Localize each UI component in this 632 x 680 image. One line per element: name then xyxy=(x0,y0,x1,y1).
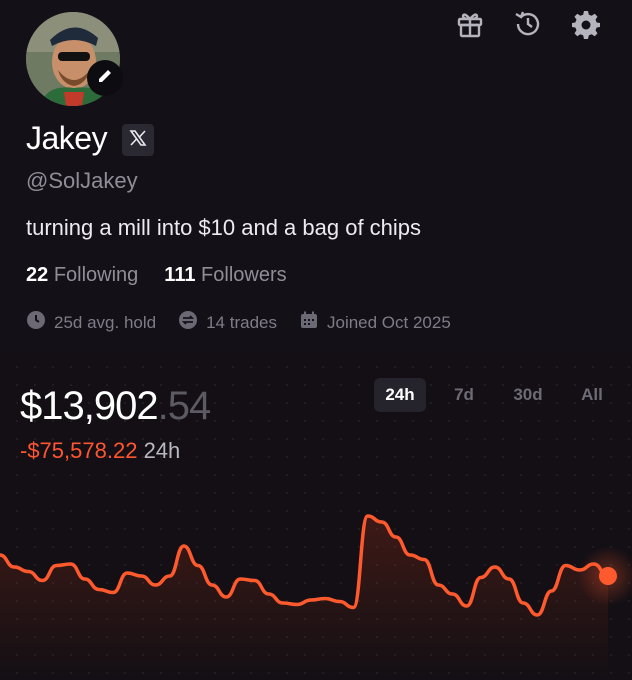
profile-handle: @SolJakey xyxy=(26,168,138,193)
avg-hold-stat: 25d avg. hold xyxy=(26,310,156,335)
swap-icon xyxy=(178,310,198,335)
pencil-icon xyxy=(96,67,114,90)
following-link[interactable]: 22 Following xyxy=(26,264,138,287)
range-7d[interactable]: 7d xyxy=(438,378,490,412)
profile-name: Jakey xyxy=(26,120,108,156)
avg-hold-text: 25d avg. hold xyxy=(54,312,157,332)
history-icon xyxy=(512,8,544,45)
change-period: 24h xyxy=(143,438,181,463)
followers-link[interactable]: 111 Followers xyxy=(164,264,286,287)
followers-count: 111 xyxy=(164,264,196,286)
range-all[interactable]: All xyxy=(566,378,618,412)
current-point xyxy=(599,567,617,585)
portfolio-value-cents: .54 xyxy=(157,384,212,428)
trades-stat: 14 trades xyxy=(178,310,277,335)
follow-stats: 22 Following 111 Followers xyxy=(26,264,287,287)
following-count: 22 xyxy=(26,264,49,286)
portfolio-change: -$75,578.22 24h xyxy=(20,438,180,464)
range-30d[interactable]: 30d xyxy=(502,378,554,412)
header-actions xyxy=(452,10,604,42)
change-amount: -$75,578.22 xyxy=(20,438,138,463)
settings-button[interactable] xyxy=(568,10,604,42)
clock-icon xyxy=(26,310,46,335)
joined-stat: Joined Oct 2025 xyxy=(299,310,451,335)
joined-text: Joined Oct 2025 xyxy=(326,312,451,332)
trades-text: 14 trades xyxy=(206,312,277,332)
profile-bio: turning a mill into $10 and a bag of chi… xyxy=(26,215,422,240)
history-button[interactable] xyxy=(510,10,546,42)
gear-icon xyxy=(571,9,601,44)
x-profile-link[interactable] xyxy=(122,124,154,156)
profile-meta: 25d avg. hold 14 trades Joined Oct 2025 xyxy=(26,310,451,335)
portfolio-value-main: $13,902 xyxy=(20,384,159,428)
following-label: Following xyxy=(53,264,139,286)
x-logo-icon xyxy=(129,129,147,152)
time-range-selector: 24h 7d 30d All xyxy=(374,378,618,412)
range-24h[interactable]: 24h xyxy=(374,378,426,412)
followers-label: Followers xyxy=(201,264,287,286)
portfolio-value: $13,902.54 xyxy=(20,384,212,429)
edit-avatar-button[interactable] xyxy=(87,60,123,96)
rewards-button[interactable] xyxy=(452,10,488,42)
gift-icon xyxy=(455,9,485,44)
calendar-icon xyxy=(299,310,319,335)
